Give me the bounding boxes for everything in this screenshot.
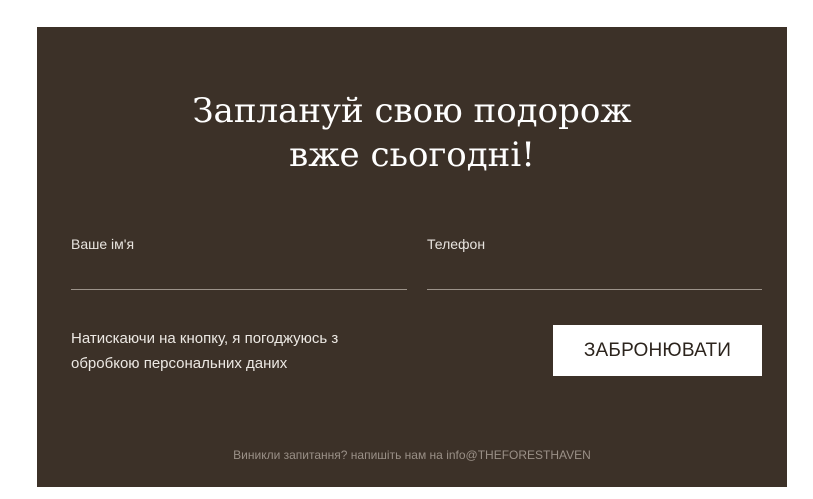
consent-text: Натискаючи на кнопку, я погоджуюсь з обр…	[71, 326, 401, 376]
heading-line-2: вже сьогодні!	[289, 135, 535, 175]
booking-panel: Заплануй свою подорож вже сьогодні! Ваше…	[37, 27, 787, 487]
name-label: Ваше ім'я	[71, 236, 135, 252]
book-button[interactable]: ЗАБРОНЮВАТИ	[553, 325, 762, 376]
phone-field-group: Телефон	[427, 236, 762, 290]
heading-line-1: Заплануй свою подорож	[192, 91, 632, 131]
contact-note-prefix: Виникли запитання? напишіть нам на	[233, 448, 447, 462]
consent-line-1: Натискаючи на кнопку, я погоджуюсь з	[71, 330, 339, 347]
contact-note: Виникли запитання? напишіть нам на info@…	[37, 448, 787, 462]
consent-line-2: обробкою персональних даних	[71, 355, 288, 372]
booking-heading: Заплануй свою подорож вже сьогодні!	[37, 89, 787, 177]
phone-label: Телефон	[427, 236, 486, 252]
name-field-group: Ваше ім'я	[71, 236, 407, 290]
contact-email-link[interactable]: info@THEFORESTHAVEN	[446, 448, 591, 462]
name-input[interactable]	[71, 262, 407, 290]
phone-input[interactable]	[427, 262, 762, 290]
